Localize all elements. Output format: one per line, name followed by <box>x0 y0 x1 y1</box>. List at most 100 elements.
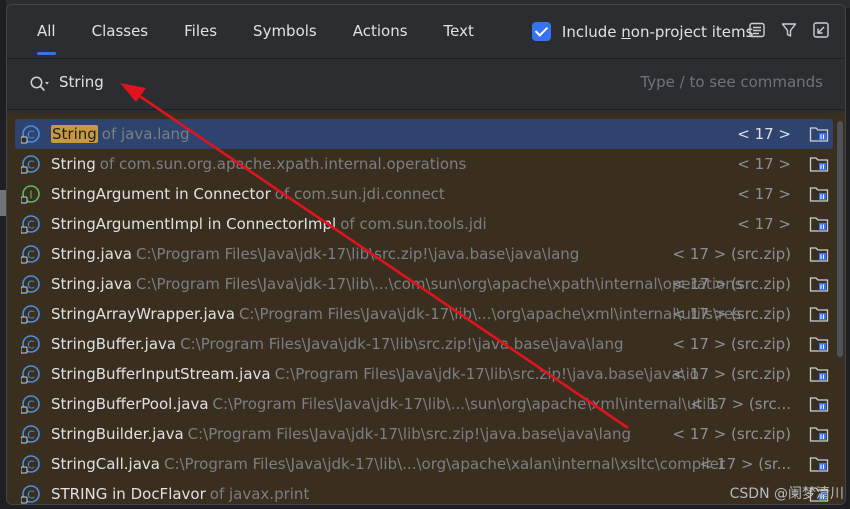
result-version: < 17 > (sr... <box>699 455 791 473</box>
result-location: C:\Program Files\Java\jdk-17\lib\src.zip… <box>274 365 699 383</box>
class-icon: C <box>20 334 41 354</box>
library-icon <box>809 365 829 383</box>
result-row[interactable]: C StringBuilder.java C:\Program Files\Java… <box>15 419 833 449</box>
result-version: < 17 > (src.zip) <box>672 335 791 353</box>
library-icon <box>809 425 829 443</box>
svg-text:C: C <box>27 369 35 382</box>
class-icon: C <box>20 484 41 504</box>
library-icon <box>809 125 829 143</box>
preview-icon[interactable] <box>747 20 767 40</box>
svg-text:C: C <box>27 159 35 172</box>
result-row[interactable]: C STRING in DocFlavor of javax.print <box>15 479 833 504</box>
tab-bar: All Classes Files Symbols Actions Text I… <box>7 5 845 58</box>
result-version: < 17 > (src.zip) <box>672 425 791 443</box>
result-row[interactable]: C StringArrayWrapper.java C:\Program Files… <box>15 299 833 329</box>
library-icon <box>809 455 829 473</box>
library-icon <box>809 215 829 233</box>
class-icon: C <box>20 154 41 174</box>
result-location: C:\Program Files\Java\jdk-17\lib\src.zip… <box>135 245 580 263</box>
svg-text:C: C <box>27 249 35 262</box>
result-row[interactable]: C String of java.lang < 17 > <box>15 119 833 149</box>
result-version: < 17 > (src.zip) <box>672 245 791 263</box>
result-row[interactable]: C StringBufferInputStream.java C:\Program … <box>15 359 833 389</box>
open-in-window-icon[interactable] <box>811 20 831 40</box>
result-row[interactable]: C StringArgumentImpl in ConnectorImpl of c… <box>15 209 833 239</box>
result-row[interactable]: I StringArgument in Connector of com.sun.j… <box>15 179 833 209</box>
library-icon <box>809 335 829 353</box>
result-version: < 17 > <box>737 125 791 143</box>
svg-text:C: C <box>27 129 35 142</box>
svg-text:I: I <box>29 189 32 202</box>
result-row[interactable]: C StringBuffer.java C:\Program Files\Java\… <box>15 329 833 359</box>
result-name-highlight: String <box>51 125 98 143</box>
include-non-project-option[interactable]: Include non-project items <box>531 22 754 41</box>
tab-files[interactable]: Files <box>166 5 235 58</box>
library-icon <box>809 155 829 173</box>
result-name: String.java <box>51 245 132 263</box>
class-icon: C <box>20 364 41 384</box>
result-name: StringArgument in Connector <box>51 185 271 203</box>
result-name: StringBufferPool.java <box>51 395 209 413</box>
result-location: of java.lang <box>101 125 190 143</box>
toolbar-icons <box>747 20 831 40</box>
result-name: String.java <box>51 275 132 293</box>
result-location: of com.sun.org.apache.xpath.internal.ope… <box>99 155 467 173</box>
result-version: < 17 > (src... <box>690 395 791 413</box>
result-name: StringArgumentImpl in ConnectorImpl <box>51 215 337 233</box>
library-icon <box>809 395 829 413</box>
result-version: < 17 > (src.zip) <box>672 305 791 323</box>
result-location: C:\Program Files\Java\jdk-17\lib\...\org… <box>238 305 741 323</box>
result-location: C:\Program Files\Java\jdk-17\lib\...\org… <box>163 455 726 473</box>
tab-all[interactable]: All <box>19 5 74 58</box>
result-row[interactable]: C StringBufferPool.java C:\Program Files\J… <box>15 389 833 419</box>
tab-text[interactable]: Text <box>426 5 492 58</box>
class-icon: C <box>20 274 41 294</box>
search-everywhere-popup: All Classes Files Symbols Actions Text I… <box>6 4 846 505</box>
result-location: C:\Program Files\Java\jdk-17\lib\src.zip… <box>180 335 624 353</box>
result-row[interactable]: C String of com.sun.org.apache.xpath.inter… <box>15 149 833 179</box>
library-icon <box>809 245 829 263</box>
result-version: < 17 > (src.zip) <box>672 275 791 293</box>
search-icon[interactable] <box>29 75 51 97</box>
svg-text:C: C <box>27 459 35 472</box>
result-location: of com.sun.jdi.connect <box>274 185 445 203</box>
watermark: CSDN @阑梦清川 <box>729 486 844 502</box>
search-hint: Type / to see commands <box>640 73 823 91</box>
svg-text:C: C <box>27 219 35 232</box>
library-icon <box>809 305 829 323</box>
result-name: StringBufferInputStream.java <box>51 365 271 383</box>
tab-classes[interactable]: Classes <box>74 5 167 58</box>
result-row[interactable]: C String.java C:\Program Files\Java\jdk-17… <box>15 269 833 299</box>
svg-text:C: C <box>27 399 35 412</box>
result-name: STRING in DocFlavor <box>51 485 206 503</box>
class-icon: C <box>20 454 41 474</box>
results-scrollbar[interactable] <box>837 121 843 357</box>
svg-text:C: C <box>27 309 35 322</box>
interface-icon: I <box>20 184 41 204</box>
tab-symbols[interactable]: Symbols <box>235 5 335 58</box>
result-row[interactable]: C String.java C:\Program Files\Java\jdk-17… <box>15 239 833 269</box>
result-version: < 17 > <box>737 215 791 233</box>
include-non-project-label: Include non-project items <box>561 22 754 41</box>
tab-actions[interactable]: Actions <box>335 5 426 58</box>
class-icon: C <box>20 214 41 234</box>
search-bar: String Type / to see commands <box>7 58 845 110</box>
result-name: StringBuffer.java <box>51 335 177 353</box>
svg-text:C: C <box>27 339 35 352</box>
result-row[interactable]: C StringCall.java C:\Program Files\Java\jd… <box>15 449 833 479</box>
result-location: of javax.print <box>209 485 310 503</box>
result-location: C:\Program Files\Java\jdk-17\lib\...\com… <box>135 275 743 293</box>
svg-text:C: C <box>27 489 35 502</box>
result-name: StringBuilder.java <box>51 425 184 443</box>
class-icon: C <box>20 124 41 144</box>
filter-icon[interactable] <box>779 20 799 40</box>
class-icon: C <box>20 244 41 264</box>
result-location: C:\Program Files\Java\jdk-17\lib\src.zip… <box>187 425 631 443</box>
result-version: < 17 > <box>737 185 791 203</box>
result-name: StringCall.java <box>51 455 160 473</box>
include-non-project-checkbox[interactable] <box>531 22 551 41</box>
library-icon <box>809 275 829 293</box>
class-icon: C <box>20 304 41 324</box>
search-input[interactable]: String <box>59 73 104 91</box>
result-location: C:\Program Files\Java\jdk-17\lib\...\sun… <box>212 395 719 413</box>
